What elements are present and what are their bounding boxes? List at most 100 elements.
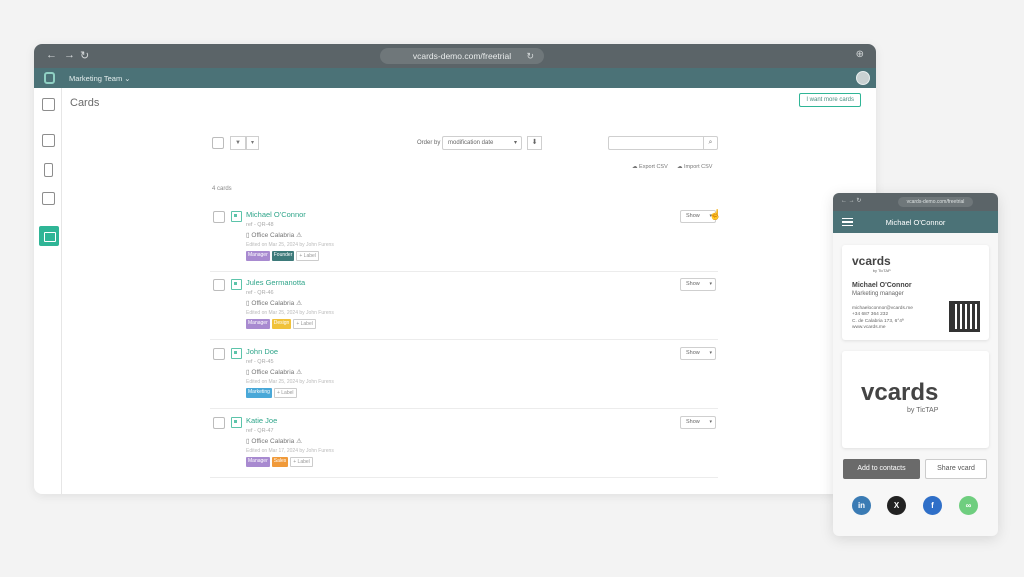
add-label-button[interactable]: + Label: [293, 319, 316, 329]
search-icon[interactable]: ⌕: [703, 136, 717, 150]
add-to-contacts-button[interactable]: Add to contacts: [843, 459, 920, 479]
url-text: vcards-demo.com/freetrial: [412, 51, 512, 61]
vcards-logo: vcards by TicTAP: [852, 254, 891, 273]
dashboard-icon[interactable]: [42, 98, 55, 111]
label-tag[interactable]: Sales: [271, 457, 289, 467]
label-tag[interactable]: Design: [271, 319, 292, 329]
filter-icon[interactable]: ▼: [230, 136, 246, 150]
show-button[interactable]: Show: [680, 278, 716, 291]
order-by-select[interactable]: modification date: [442, 136, 522, 150]
card-ref: ref - QR-47: [246, 428, 274, 434]
card-name-link[interactable]: Michael O'Connor: [246, 210, 306, 219]
layout-icon[interactable]: [42, 192, 55, 205]
card-name-link[interactable]: Jules Germanotta: [246, 278, 305, 287]
x-icon[interactable]: X: [887, 496, 906, 515]
add-label-button[interactable]: + Label: [273, 388, 297, 398]
row-checkbox[interactable]: [213, 348, 225, 360]
add-label-button[interactable]: + Label: [290, 457, 313, 467]
browser-toolbar: ← → ↻ vcards-demo.com/freetrial ↻ ⊕: [34, 44, 876, 68]
card-office: ▯ Office Calabria ⚠: [246, 438, 302, 445]
image-icon[interactable]: [42, 134, 55, 147]
label-tag[interactable]: Marketing: [246, 388, 272, 398]
show-button[interactable]: Show: [680, 416, 716, 429]
zoom-icon[interactable]: ⊕: [856, 49, 864, 60]
order-by-label: Order by: [417, 140, 441, 146]
reload-icon[interactable]: ↻: [80, 49, 89, 62]
mobile-preview: ← → ↻ vcards-demo.com/freetrial Michael …: [833, 193, 998, 536]
qr-icon: [231, 211, 242, 222]
mobile-browser-toolbar: ← → ↻ vcards-demo.com/freetrial: [833, 193, 998, 211]
card-office: ▯ Office Calabria ⚠: [246, 300, 302, 307]
mobile-address-bar[interactable]: vcards-demo.com/freetrial: [898, 197, 973, 207]
qr-code-icon: [949, 301, 980, 332]
card-ref: ref - QR-48: [246, 222, 274, 228]
business-card-back: vcards by TicTAP: [842, 351, 989, 448]
card-tags: Manager Founder + Label: [246, 251, 319, 261]
url-reload-icon[interactable]: ↻: [526, 48, 534, 64]
row-checkbox[interactable]: [213, 279, 225, 291]
list-item: John Doe ref - QR-45 ▯ Office Calabria ⚠…: [210, 341, 718, 409]
label-tag[interactable]: Manager: [246, 319, 270, 329]
page-title: Cards: [70, 97, 100, 109]
card-name-link[interactable]: Katie Joe: [246, 416, 277, 425]
card-role: Marketing manager: [852, 291, 904, 297]
label-tag[interactable]: Manager: [246, 457, 270, 467]
facebook-icon[interactable]: f: [923, 496, 942, 515]
export-csv-link[interactable]: ☁ Export CSV: [632, 164, 668, 170]
sidebar: [34, 88, 62, 494]
filter-dropdown-icon[interactable]: ▾: [245, 136, 259, 150]
card-edited: Edited on Mar 25, 2024 by John Furens: [246, 310, 334, 316]
link-icon[interactable]: ∞: [959, 496, 978, 515]
business-card-front: vcards by TicTAP Michael O'Connor Marketi…: [842, 245, 989, 340]
cards-icon[interactable]: [39, 226, 59, 246]
cards-count: 4 cards: [212, 186, 232, 192]
card-name-link[interactable]: John Doe: [246, 347, 278, 356]
row-checkbox[interactable]: [213, 417, 225, 429]
list-item: Jules Germanotta ref - QR-46 ▯ Office Ca…: [210, 272, 718, 340]
mobile-header: Michael O'Connor: [833, 211, 998, 233]
add-label-button[interactable]: + Label: [296, 251, 319, 261]
search-input[interactable]: ⌕: [608, 136, 718, 150]
share-vcard-button[interactable]: Share vcard: [925, 459, 987, 479]
team-selector[interactable]: Marketing Team ⌄: [69, 74, 131, 83]
label-tag[interactable]: Founder: [271, 251, 295, 261]
forward-icon[interactable]: →: [64, 49, 75, 61]
card-contact-info: michaeloconnor@vcards.me +34 687 364 232…: [852, 306, 913, 331]
card-office: ▯ Office Calabria ⚠: [246, 232, 302, 239]
select-all-checkbox[interactable]: [212, 137, 224, 149]
filter-group: ▼ ▾: [230, 136, 259, 150]
qr-icon: [231, 279, 242, 290]
qr-icon: [231, 348, 242, 359]
phone-icon[interactable]: [44, 163, 53, 177]
sort-direction-button[interactable]: ⬇: [527, 136, 542, 150]
card-tags: Manager Sales + Label: [246, 457, 313, 467]
row-checkbox[interactable]: [213, 211, 225, 223]
browser-window: ← → ↻ vcards-demo.com/freetrial ↻ ⊕ Mark…: [34, 44, 876, 494]
card-tags: Manager Design + Label: [246, 319, 316, 329]
card-edited: Edited on Mar 25, 2024 by John Furens: [246, 379, 334, 385]
qr-icon: [231, 417, 242, 428]
card-ref: ref - QR-45: [246, 359, 274, 365]
app-bar: Marketing Team ⌄: [34, 68, 876, 88]
show-button[interactable]: Show: [680, 347, 716, 360]
avatar[interactable]: [856, 71, 870, 85]
card-office: ▯ Office Calabria ⚠: [246, 369, 302, 376]
list-item: Katie Joe ref - QR-47 ▯ Office Calabria …: [210, 410, 718, 478]
mobile-back-icon[interactable]: ← → ↻: [841, 197, 861, 204]
want-more-cards-button[interactable]: I want more cards: [799, 93, 861, 107]
address-bar[interactable]: vcards-demo.com/freetrial ↻: [380, 48, 544, 64]
app-logo-icon[interactable]: [44, 72, 55, 84]
card-name: Michael O'Connor: [852, 282, 912, 289]
mobile-title: Michael O'Connor: [885, 218, 946, 227]
linkedin-icon[interactable]: in: [852, 496, 871, 515]
card-edited: Edited on Mar 25, 2024 by John Furens: [246, 242, 334, 248]
card-tags: Marketing + Label: [246, 388, 297, 398]
card-address: C. de Calabria 173, 6°4ª: [852, 318, 904, 324]
mouse-cursor-icon: ☝: [709, 210, 722, 221]
card-web: www.vcards.me: [852, 324, 886, 330]
card-edited: Edited on Mar 17, 2024 by John Furens: [246, 448, 334, 454]
label-tag[interactable]: Manager: [246, 251, 270, 261]
back-icon[interactable]: ←: [46, 49, 57, 61]
card-ref: ref - QR-46: [246, 290, 274, 296]
import-csv-link[interactable]: ☁ Import CSV: [677, 164, 712, 170]
